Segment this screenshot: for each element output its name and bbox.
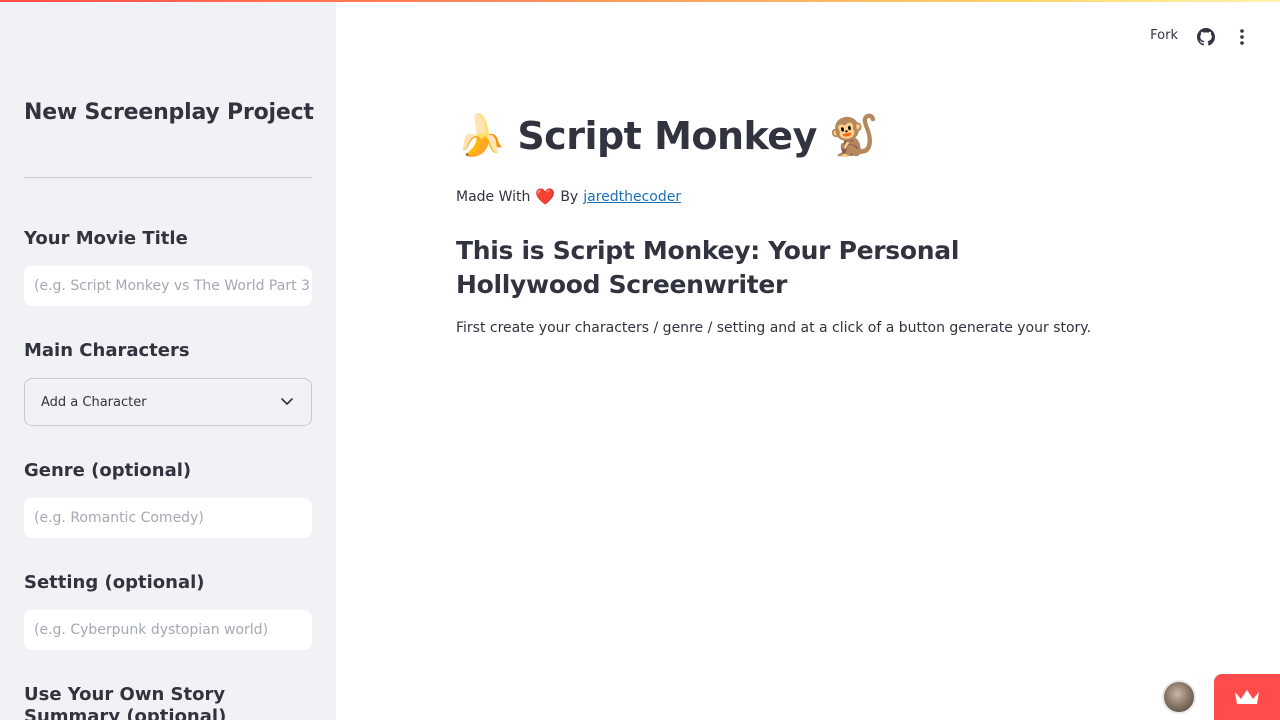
sidebar-title: New Screenplay Project	[24, 100, 314, 125]
sidebar-divider	[24, 177, 312, 178]
characters-select[interactable]: Add a Character	[24, 378, 312, 426]
main-content: 🍌 Script Monkey 🐒 Made With ❤️ By jaredt…	[456, 0, 1196, 720]
story-summary-label: Use Your Own Story Summary (optional)	[24, 684, 227, 720]
monkey-icon: 🐒	[828, 113, 879, 159]
made-with-by: By	[560, 188, 579, 205]
author-link[interactable]: jaredthecoder	[583, 189, 681, 205]
setting-label: Setting (optional)	[24, 572, 205, 593]
description: First create your characters / genre / s…	[456, 320, 1092, 336]
subheading: This is Script Monkey: Your Personal Hol…	[456, 236, 960, 299]
github-icon[interactable]	[1197, 28, 1215, 46]
crown-icon	[1235, 690, 1259, 704]
avatar[interactable]	[1162, 680, 1196, 714]
genre-label: Genre (optional)	[24, 460, 192, 481]
made-with-line: Made With ❤️ By jaredthecoder	[456, 187, 681, 206]
main-characters-label: Main Characters	[24, 340, 190, 361]
setting-input[interactable]: (e.g. Cyberpunk dystopian world)	[24, 610, 312, 650]
genre-input[interactable]: (e.g. Romantic Comedy)	[24, 498, 312, 538]
sidebar: New Screenplay Project Your Movie Title …	[0, 0, 336, 720]
movie-title-input[interactable]: (e.g. Script Monkey vs The World Part 3)	[24, 266, 312, 306]
top-decoration-bar	[0, 0, 1280, 2]
heart-icon: ❤️	[535, 187, 556, 206]
characters-select-value: Add a Character	[41, 394, 147, 410]
made-with-prefix: Made With	[456, 188, 531, 205]
chevron-down-icon	[281, 398, 293, 405]
streamlit-badge-button[interactable]	[1214, 674, 1280, 720]
page-title-text: Script Monkey	[517, 114, 817, 158]
banana-icon: 🍌	[456, 113, 506, 159]
movie-title-label: Your Movie Title	[24, 228, 188, 249]
page-title: 🍌 Script Monkey 🐒	[456, 113, 879, 159]
kebab-menu-icon[interactable]	[1234, 28, 1250, 46]
